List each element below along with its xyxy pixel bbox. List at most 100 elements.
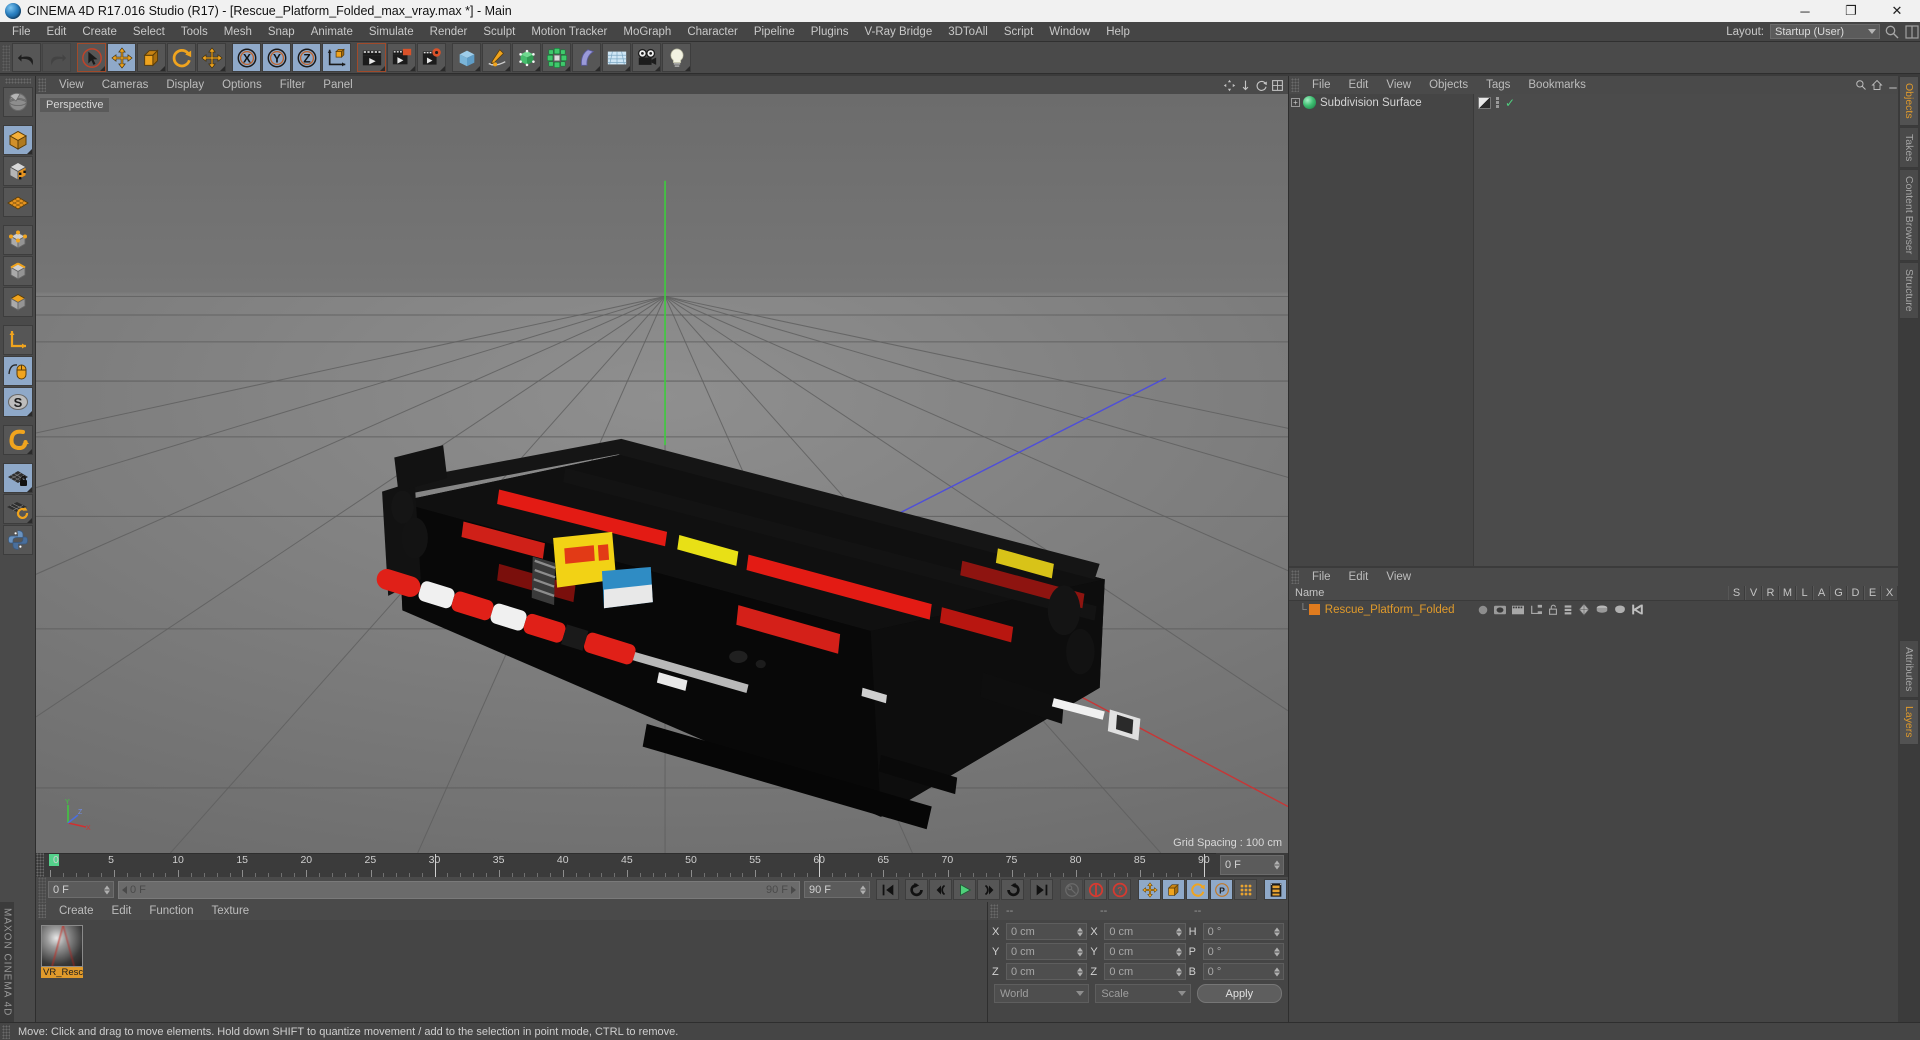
coordinates-grip[interactable]	[990, 904, 998, 918]
rotate-view-icon[interactable]	[1255, 79, 1268, 92]
coord-field-size-z[interactable]: 0 cm	[1104, 963, 1186, 980]
search-icon[interactable]	[1855, 79, 1867, 91]
object-tree-empty-area[interactable]: ✓	[1474, 94, 1920, 566]
menu-mograph[interactable]: MoGraph	[615, 22, 679, 42]
axis-z-toggle[interactable]: Z	[292, 43, 321, 72]
playback-max-frame-field[interactable]: 90 F	[804, 881, 870, 898]
axis-mode-button[interactable]	[2, 325, 33, 355]
column-header-m[interactable]: M	[1779, 586, 1796, 600]
menu-v-ray-bridge[interactable]: V-Ray Bridge	[856, 22, 940, 42]
column-header-l[interactable]: L	[1796, 586, 1813, 600]
maximize-button[interactable]: ❐	[1828, 0, 1874, 22]
stepper-icon[interactable]	[1175, 947, 1182, 956]
rescue-platform-model[interactable]	[36, 94, 1288, 853]
polygons-mode-button[interactable]	[2, 287, 33, 317]
viewport-view-label[interactable]: Perspective	[39, 97, 111, 113]
deformer-tag-icon[interactable]	[1577, 603, 1591, 616]
menu-help[interactable]: Help	[1098, 22, 1138, 42]
object-manager-lower-grip[interactable]	[1291, 570, 1299, 584]
snapping-button[interactable]: S	[2, 387, 33, 417]
points-mode-button[interactable]	[2, 225, 33, 255]
bend-deformer-button[interactable]	[572, 43, 601, 72]
menu-file[interactable]: File	[4, 22, 39, 42]
hierarchy-tag-icon[interactable]	[1529, 604, 1543, 616]
menu-create[interactable]: Create	[74, 22, 125, 42]
timeline-ruler[interactable]: 051015202530354045505560657075808590	[44, 853, 1216, 877]
axis-move-button[interactable]	[197, 43, 226, 72]
menu-render[interactable]: Render	[422, 22, 476, 42]
workplane-mode-button[interactable]	[2, 187, 33, 217]
add-spline-button[interactable]	[482, 43, 511, 72]
range-end-handle-icon[interactable]	[791, 885, 796, 894]
tab-structure[interactable]: Structure	[1899, 262, 1919, 319]
menu-mesh[interactable]: Mesh	[216, 22, 260, 42]
workplane-lock-button[interactable]	[2, 463, 33, 493]
unlock-icon[interactable]	[1547, 604, 1559, 616]
tab-attributes[interactable]: Attributes	[1899, 639, 1919, 699]
viewport-menu-display[interactable]: Display	[157, 76, 213, 94]
cap-tag-icon[interactable]	[1613, 603, 1627, 616]
edges-mode-button[interactable]	[2, 256, 33, 286]
menu-select[interactable]: Select	[125, 22, 173, 42]
coord-field-rotation-b[interactable]: 0 °	[1202, 963, 1284, 980]
key-scale-button[interactable]	[1162, 879, 1185, 900]
material-chip[interactable]: VR_Resc	[41, 925, 83, 978]
viewport-menu-view[interactable]: View	[50, 76, 93, 94]
layout-dropdown[interactable]: Startup (User)	[1770, 24, 1880, 39]
objmgr-menu-file[interactable]: File	[1303, 76, 1340, 94]
keyframe-tag-icon[interactable]	[1511, 604, 1525, 616]
viewport-menu-options[interactable]: Options	[213, 76, 271, 94]
menu-sculpt[interactable]: Sculpt	[475, 22, 523, 42]
stepper-icon[interactable]	[1077, 927, 1084, 936]
light-button[interactable]	[662, 43, 691, 72]
toolbar-grip[interactable]	[2, 44, 10, 71]
search-icon[interactable]	[1884, 24, 1900, 40]
column-header-s[interactable]: S	[1728, 586, 1745, 600]
layout-panel-icon[interactable]	[1904, 24, 1920, 40]
layer-stack-icon[interactable]	[1563, 604, 1573, 616]
coord-field-rotation-p[interactable]: 0 °	[1202, 943, 1284, 960]
add-cube-button[interactable]	[452, 43, 481, 72]
objmgr-menu-objects[interactable]: Objects	[1420, 76, 1477, 94]
texture-mode-button[interactable]	[2, 156, 33, 186]
menu-script[interactable]: Script	[996, 22, 1041, 42]
home-icon[interactable]	[1871, 79, 1883, 91]
stepper-icon[interactable]	[1077, 967, 1084, 976]
menu-3dtoall[interactable]: 3DToAll	[940, 22, 996, 42]
coordinate-system-dropdown[interactable]: World	[994, 984, 1090, 1003]
objmgr-menu-edit[interactable]: Edit	[1340, 76, 1378, 94]
column-header-e[interactable]: E	[1864, 586, 1881, 600]
pan-icon[interactable]	[1223, 79, 1236, 92]
table-row[interactable]: └ Rescue_Platform_Folded	[1289, 601, 1920, 618]
menu-animate[interactable]: Animate	[303, 22, 361, 42]
stepper-icon[interactable]	[1175, 927, 1182, 936]
python-button[interactable]	[2, 525, 33, 555]
viewport-solo-button[interactable]	[2, 356, 33, 386]
objmgr-menu-bookmarks[interactable]: Bookmarks	[1519, 76, 1595, 94]
coordinate-mode-dropdown[interactable]: Scale	[1095, 984, 1191, 1003]
nurbs-button[interactable]	[512, 43, 541, 72]
key-position-button[interactable]	[1138, 879, 1161, 900]
left-toolbar-grip[interactable]	[4, 78, 31, 84]
record-keys-button[interactable]	[1060, 879, 1083, 900]
column-header-r[interactable]: R	[1762, 586, 1779, 600]
world-object-coord-button[interactable]	[322, 43, 351, 72]
viewport-grip[interactable]	[38, 78, 46, 92]
stepper-icon[interactable]	[1273, 967, 1280, 976]
column-header-v[interactable]: V	[1745, 586, 1762, 600]
model-mode-button[interactable]	[2, 125, 33, 155]
tab-layers[interactable]: Layers	[1899, 699, 1919, 745]
coord-field-position-x[interactable]: 0 cm	[1006, 923, 1088, 940]
check-icon[interactable]: ✓	[1505, 96, 1515, 110]
goto-end-button[interactable]	[1030, 879, 1053, 900]
coord-field-position-z[interactable]: 0 cm	[1006, 963, 1088, 980]
maximize-view-icon[interactable]	[1271, 79, 1284, 92]
stepper-icon[interactable]	[1175, 967, 1182, 976]
tab-takes[interactable]: Takes	[1899, 126, 1919, 169]
play-button[interactable]	[953, 879, 976, 900]
minimize-button[interactable]: ─	[1782, 0, 1828, 22]
material-menu-texture[interactable]: Texture	[202, 902, 258, 920]
disc-tag-icon[interactable]	[1595, 603, 1609, 616]
stepper-icon[interactable]	[1077, 947, 1084, 956]
timeline-grip[interactable]	[36, 853, 44, 877]
